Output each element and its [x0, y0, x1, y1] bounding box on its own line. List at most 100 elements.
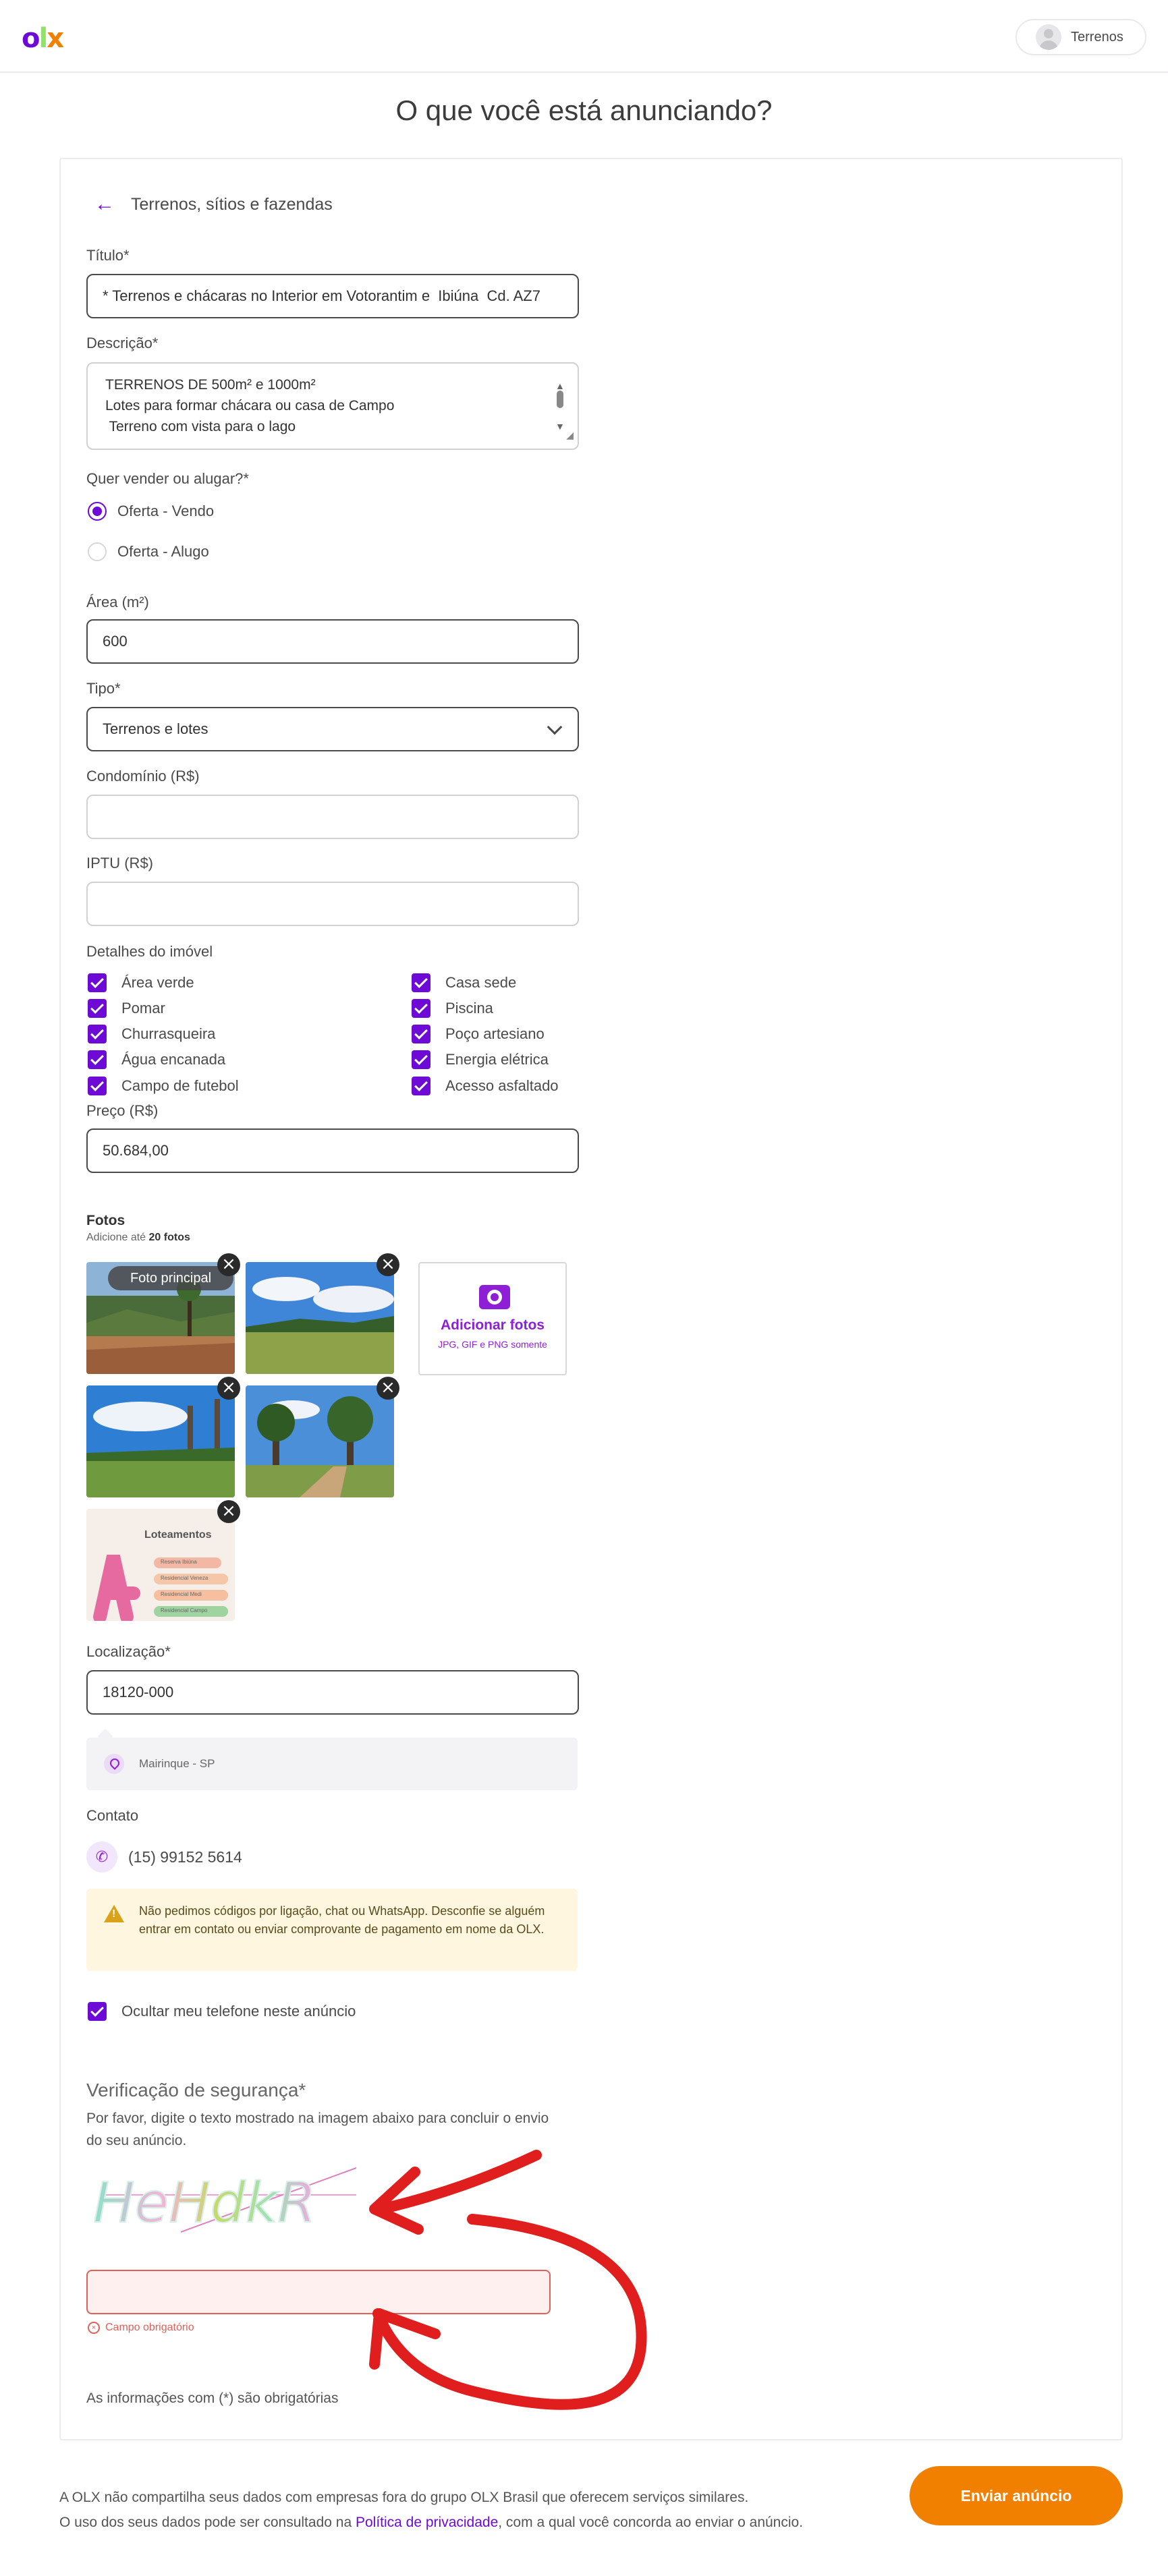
checkbox-checked-icon[interactable]	[412, 1050, 430, 1069]
submit-ad-button[interactable]: Enviar anúncio	[910, 2466, 1123, 2525]
photo-thumb-2[interactable]	[246, 1262, 394, 1374]
footer-line-2-post: , com a qual você concorda ao enviar o a…	[498, 2515, 804, 2530]
camera-icon	[479, 1285, 510, 1309]
checkbox-campo-futebol[interactable]: Campo de futebol	[88, 1077, 239, 1095]
title-input[interactable]: * Terrenos e chácaras no Interior em Vot…	[86, 274, 579, 318]
user-menu-button[interactable]: Terrenos	[1016, 19, 1146, 55]
checkbox-label: Casa sede	[445, 974, 517, 991]
checkbox-casa-sede[interactable]: Casa sede	[412, 973, 516, 992]
textarea-scrollbar[interactable]: ▲ ▼	[555, 376, 565, 440]
photos-hint: Adicione até 20 fotos	[86, 1232, 190, 1244]
olx-logo[interactable]: olx	[22, 23, 64, 54]
error-icon: ×	[88, 2322, 100, 2334]
checkbox-piscina[interactable]: Piscina	[412, 999, 493, 1018]
hide-phone-label: Ocultar meu telefone neste anúncio	[121, 2003, 356, 2020]
poster-title: Loteamentos	[144, 1529, 212, 1541]
privacy-policy-link[interactable]: Política de privacidade	[356, 2515, 498, 2530]
area-input[interactable]: 600	[86, 619, 579, 664]
scroll-down-icon[interactable]: ▼	[555, 416, 565, 437]
description-line: Terreno com vista para o lago	[105, 419, 296, 434]
captcha-image: HeHdkR	[86, 2154, 370, 2242]
phone-row: ✆ (15) 99152 5614	[86, 1841, 242, 1872]
radio-rent[interactable]: Oferta - Alugo	[88, 542, 209, 561]
add-photos-button[interactable]: Adicionar fotos JPG, GIF e PNG somente	[418, 1262, 567, 1375]
scroll-thumb[interactable]	[557, 391, 563, 408]
remove-photo-5-close-icon[interactable]: ×	[217, 1500, 240, 1523]
description-label: Descrição*	[86, 335, 159, 351]
radio-sell[interactable]: Oferta - Vendo	[88, 502, 214, 521]
checkbox-area-verde[interactable]: Área verde	[88, 973, 194, 992]
checkbox-churrasqueira[interactable]: Churrasqueira	[88, 1025, 215, 1043]
checkbox-acesso-asfaltado[interactable]: Acesso asfaltado	[412, 1077, 559, 1095]
phone-number: (15) 99152 5614	[128, 1848, 242, 1866]
checkbox-checked-icon[interactable]	[88, 1025, 107, 1043]
remove-photo-1-close-icon[interactable]: ×	[217, 1253, 240, 1276]
checkbox-checked-icon[interactable]	[412, 973, 430, 992]
poster-item: Reserva Ibiúna	[161, 1559, 197, 1565]
remove-photo-4-close-icon[interactable]: ×	[377, 1377, 399, 1400]
condo-input[interactable]	[86, 795, 579, 839]
back-arrow-icon[interactable]: ←	[94, 193, 115, 216]
photo-thumb-4[interactable]	[246, 1385, 394, 1497]
captcha-error: × Campo obrigatório	[88, 2322, 194, 2334]
checkbox-pomar[interactable]: Pomar	[88, 999, 165, 1018]
description-textarea[interactable]: TERRENOS DE 500m² e 1000m² Lotes para fo…	[86, 362, 579, 450]
checkbox-agua-encanada[interactable]: Água encanada	[88, 1050, 225, 1069]
radio-selected-icon[interactable]	[88, 502, 107, 521]
checkbox-poco-artesiano[interactable]: Poço artesiano	[412, 1025, 545, 1043]
details-label: Detalhes do imóvel	[86, 943, 213, 960]
warning-icon	[104, 1905, 124, 1922]
area-value: 600	[103, 633, 128, 650]
security-description: Por favor, digite o texto mostrado na im…	[86, 2111, 549, 2148]
checkbox-checked-icon[interactable]	[88, 1077, 107, 1095]
captcha-text: HeHdkR	[93, 2171, 316, 2235]
poster-item: Residencial Medi	[161, 1591, 202, 1597]
photo-landscape-image	[246, 1385, 394, 1497]
footer-line-2-pre: O uso dos seus dados pode ser consultado…	[59, 2515, 356, 2530]
photo-landscape-image	[86, 1385, 235, 1497]
checkbox-checked-icon[interactable]	[88, 999, 107, 1018]
checkbox-label: Campo de futebol	[121, 1077, 239, 1094]
footer-line-1: A OLX não compartilha seus dados com emp…	[59, 2490, 749, 2505]
remove-photo-2-close-icon[interactable]: ×	[377, 1253, 399, 1276]
location-pin-icon	[104, 1754, 124, 1774]
user-menu-label: Terrenos	[1071, 29, 1123, 45]
security-title: Verificação de segurança*	[86, 2080, 306, 2100]
resize-handle-icon[interactable]: ◢	[566, 425, 574, 446]
checkbox-checked-icon[interactable]	[412, 1077, 430, 1095]
cep-input[interactable]: 18120-000	[86, 1670, 579, 1715]
remove-photo-3-close-icon[interactable]: ×	[217, 1377, 240, 1400]
poster-item: Residencial Campo	[161, 1607, 208, 1613]
hide-phone-checkbox[interactable]: Ocultar meu telefone neste anúncio	[88, 2002, 356, 2021]
title-label: Título*	[86, 247, 130, 264]
type-label: Tipo*	[86, 680, 121, 697]
checkbox-label: Água encanada	[121, 1051, 226, 1068]
title-value: * Terrenos e chácaras no Interior em Vot…	[103, 287, 540, 304]
warning-text: Não pedimos códigos por ligação, chat ou…	[139, 1904, 545, 1936]
checkbox-label: Pomar	[121, 1000, 165, 1017]
category-row[interactable]: ← Terrenos, sítios e fazendas	[94, 193, 333, 216]
chevron-down-icon	[547, 719, 563, 735]
main-photo-badge: Foto principal	[108, 1266, 233, 1290]
photo-thumb-5[interactable]: Loteamentos Reserva Ibiúna Residencial V…	[86, 1509, 235, 1621]
price-input[interactable]: 50.684,00	[86, 1128, 579, 1173]
checkbox-checked-icon[interactable]	[412, 1025, 430, 1043]
photos-label: Fotos	[86, 1213, 126, 1228]
checkbox-checked-icon[interactable]	[412, 999, 430, 1018]
area-label: Área (m²)	[86, 594, 149, 610]
add-photos-subtitle: JPG, GIF e PNG somente	[438, 1339, 547, 1350]
checkbox-checked-icon[interactable]	[88, 973, 107, 992]
checkbox-energia-eletrica[interactable]: Energia elétrica	[412, 1050, 549, 1069]
add-photos-title: Adicionar fotos	[440, 1317, 545, 1333]
radio-unselected-icon[interactable]	[88, 542, 107, 561]
photo-thumb-3[interactable]	[86, 1385, 235, 1497]
type-select[interactable]: Terrenos e lotes	[86, 707, 579, 751]
captcha-input[interactable]	[86, 2270, 551, 2314]
checkbox-checked-icon[interactable]	[88, 1050, 107, 1069]
required-fields-note: As informações com (*) são obrigatórias	[86, 2391, 339, 2406]
checkbox-checked-icon[interactable]	[88, 2002, 107, 2021]
iptu-label: IPTU (R$)	[86, 855, 153, 871]
captcha-error-text: Campo obrigatório	[105, 2322, 194, 2333]
condo-label: Condomínio (R$)	[86, 768, 200, 784]
iptu-input[interactable]	[86, 882, 579, 926]
